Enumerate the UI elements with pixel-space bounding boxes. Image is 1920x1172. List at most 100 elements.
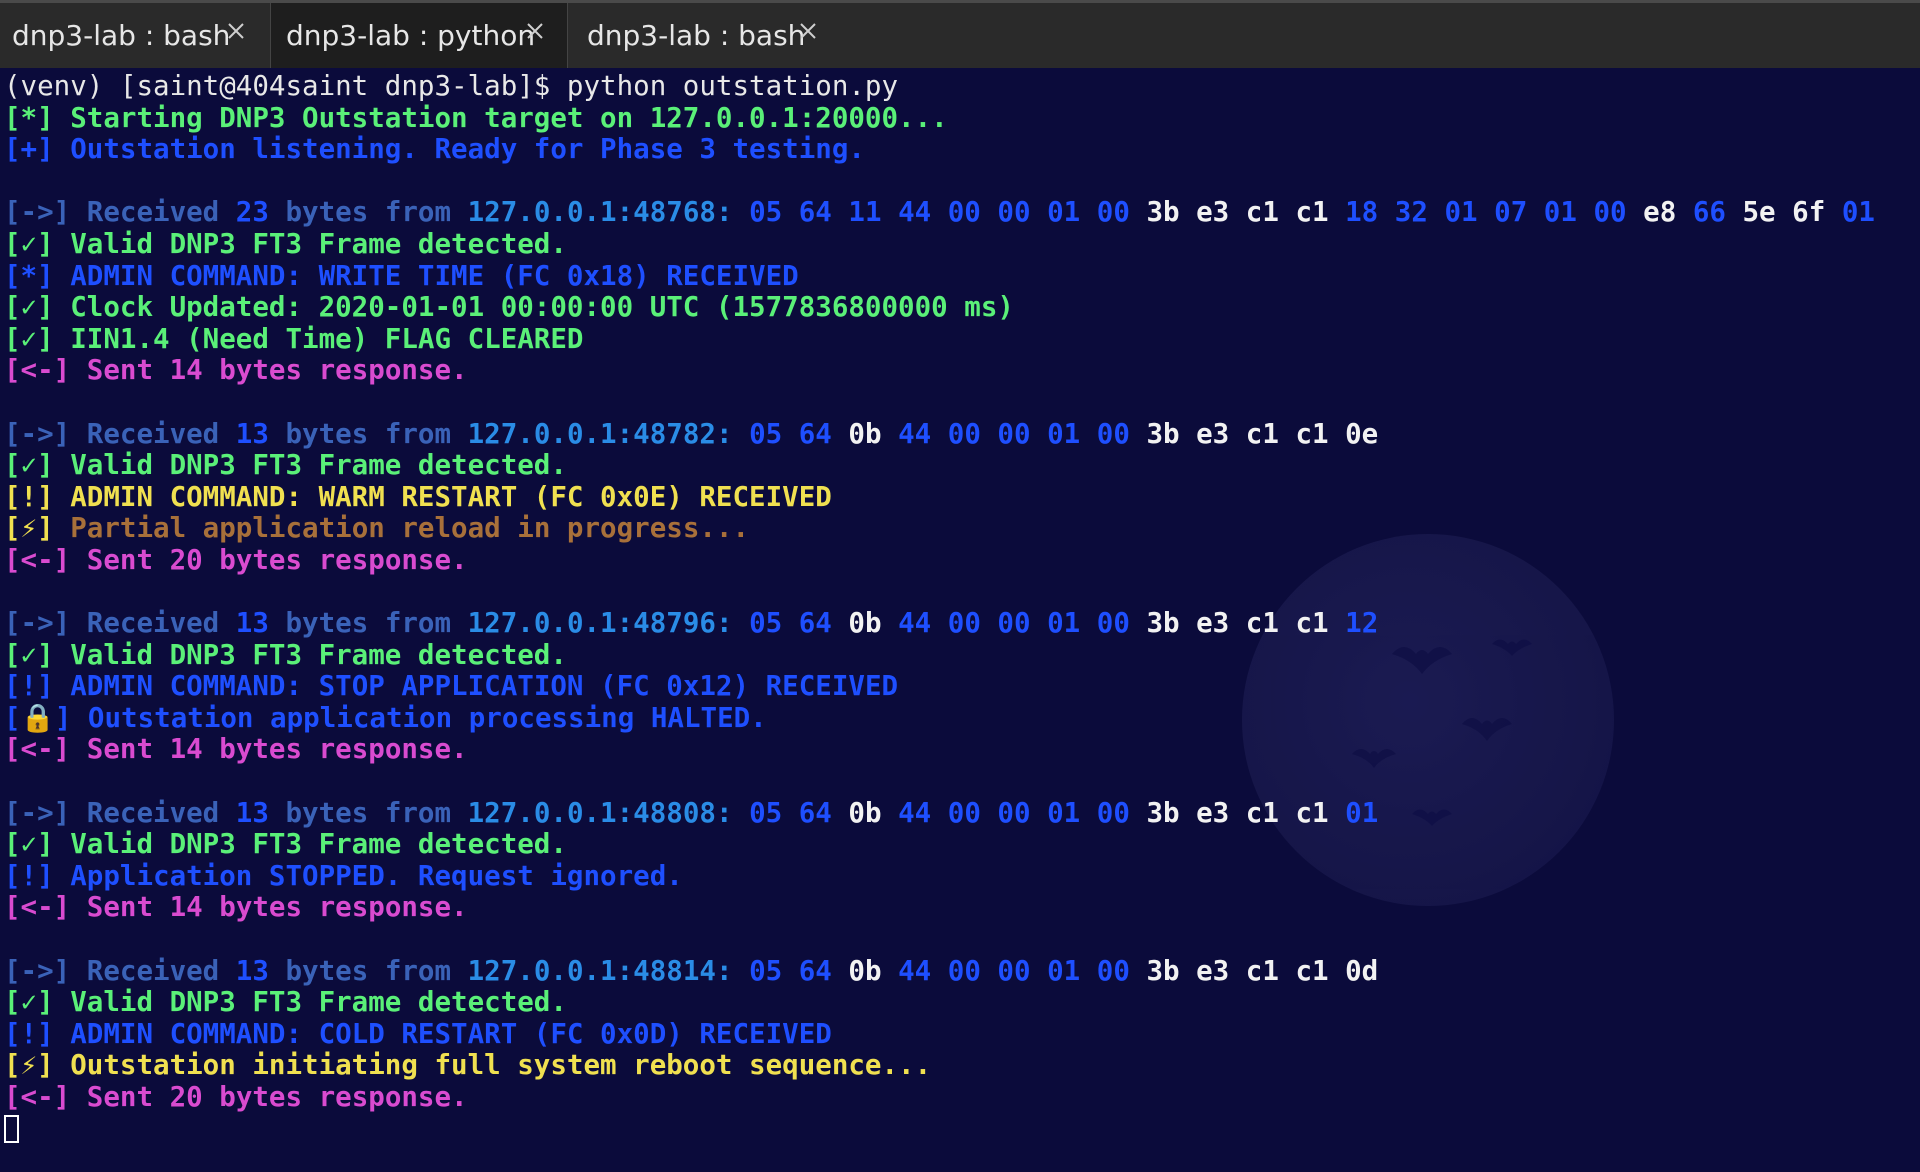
terminal-text: 01 [1345,797,1379,829]
close-icon[interactable] [798,21,818,41]
close-icon[interactable] [525,21,545,41]
terminal-text: e8 [1643,197,1693,229]
terminal-text: 3b e3 c1 c1 [1146,608,1346,640]
prompt-line [4,1114,1916,1146]
tab-bash-2[interactable]: dnp3-lab : bash [572,3,840,68]
terminal-text: [<-] Sent [4,1082,170,1113]
terminal-text: [+] Outstation listening. Ready for Phas… [4,134,865,166]
terminal-text: 05 64 [732,955,849,987]
terminal-text: Partial application reload in progress..… [70,513,750,545]
terminal-line: [✓] Valid DNP3 FT3 Frame detected. [4,829,1916,861]
terminal-text: 05 64 [732,608,849,640]
terminal-text: 127.0.0.1:48808: [467,797,733,829]
terminal-text: 127.0.0.1:48782: [467,418,733,450]
terminal-line: (venv) [saint@404saint dnp3-lab]$ python… [4,71,1916,103]
terminal-text: [->] Received [4,197,236,229]
tab-bash-1[interactable]: dnp3-lab : bash [0,3,268,68]
terminal-line: [!] Application STOPPED. Request ignored… [4,861,1916,893]
tab-title: dnp3-lab : python [286,19,536,52]
terminal-text: bytes response. [202,734,468,766]
terminal-text: bytes response. [202,892,468,924]
terminal-text: [<-] Sent [4,544,170,576]
terminal-text: bytes from [268,418,468,450]
terminal-text: 0b [848,797,899,829]
terminal-text: ADMIN COMMAND: STOP APPLICATION (FC 0x12… [70,671,899,703]
terminal-text: 44 00 00 01 00 [898,797,1147,829]
terminal-line: [*] ADMIN COMMAND: WRITE TIME (FC 0x18) … [4,261,1916,293]
terminal-text: 01 [1841,197,1875,229]
terminal-line: [->] Received 13 bytes from 127.0.0.1:48… [4,798,1916,830]
terminal-line: [<-] Sent 14 bytes response. [4,734,1916,766]
terminal-text: 44 00 00 01 00 [898,955,1147,987]
terminal-text: 127.0.0.1:48796: [467,608,733,640]
terminal-text: (venv) [saint@404saint dnp3-lab]$ python… [4,71,899,102]
terminal-text: 🔒 [20,702,55,734]
terminal-text: 0b [848,418,899,450]
terminal-text: 20 [169,544,203,576]
terminal-text: [⚡] [4,513,71,545]
tab-python[interactable]: dnp3-lab : python [270,3,568,68]
terminal-text: [✓] Valid DNP3 FT3 Frame detected. [4,829,567,861]
terminal-text: 3b e3 c1 c1 0d [1146,955,1379,987]
terminal-text: 5e 6f [1742,197,1842,229]
terminal-text: [->] Received [4,797,236,829]
terminal-text: 3b e3 c1 c1 [1146,197,1346,229]
tab-title: dnp3-lab : bash [12,19,231,52]
close-icon[interactable] [226,21,246,41]
terminal-text: [<-] Sent [4,892,170,924]
terminal-text: [⚡] Outstation initiating full system re… [4,1050,932,1082]
terminal-line: [🔒] Outstation application processing HA… [4,703,1916,735]
terminal-output[interactable]: (venv) [saint@404saint dnp3-lab]$ python… [0,68,1920,1172]
terminal-text: 14 [169,892,203,924]
terminal-cursor [4,1114,19,1143]
terminal-line: [->] Received 13 bytes from 127.0.0.1:48… [4,956,1916,988]
terminal-text: [<-] Sent [4,355,170,387]
terminal-text: 127.0.0.1:48814: [467,955,733,987]
terminal-line: [!] ADMIN COMMAND: WARM RESTART (FC 0x0E… [4,482,1916,514]
terminal-line: [✓] Valid DNP3 FT3 Frame detected. [4,640,1916,672]
terminal-text: [->] Received [4,608,236,640]
terminal-line: [->] Received 13 bytes from 127.0.0.1:48… [4,608,1916,640]
terminal-text: 66 [1692,197,1743,229]
terminal-line: [✓] Valid DNP3 FT3 Frame detected. [4,987,1916,1019]
terminal-text: [!] [4,671,71,703]
terminal-text: [*] Starting DNP3 Outstation target on 1… [4,102,948,134]
terminal-text: ] Outstation application processing HALT… [54,702,767,734]
terminal-line: [✓] Valid DNP3 FT3 Frame detected. [4,229,1916,261]
terminal-text: 13 [235,418,269,450]
terminal-text: bytes from [268,197,468,229]
terminal-text: 05 64 11 44 00 00 01 00 [732,197,1147,229]
terminal-text: 3b e3 c1 c1 0e [1146,418,1379,450]
terminal-text: 05 64 [732,797,849,829]
terminal-text: 05 64 [732,418,849,450]
terminal-text: 0b [848,608,899,640]
tab-bar: dnp3-lab : bash dnp3-lab : python dnp3-l… [0,0,1920,68]
terminal-text: [✓] Valid DNP3 FT3 Frame detected. [4,228,567,260]
terminal-text: 44 00 00 01 00 [898,608,1147,640]
terminal-text: 44 00 00 01 00 [898,418,1147,450]
tab-title: dnp3-lab : bash [587,19,806,52]
terminal-text: [✓] IIN1.4 (Need Time) FLAG CLEARED [4,323,584,355]
terminal-text: 12 [1345,608,1379,640]
terminal-text: [!] Application STOPPED. Request ignored… [4,860,683,892]
terminal-text: [->] Received [4,418,236,450]
terminal-line: [->] Received 23 bytes from 127.0.0.1:48… [4,197,1916,229]
terminal-text: 13 [235,955,269,987]
terminal-line: [!] ADMIN COMMAND: STOP APPLICATION (FC … [4,671,1916,703]
terminal-window: dnp3-lab : bash dnp3-lab : python dnp3-l… [0,0,1920,1172]
terminal-line: [⚡] Outstation initiating full system re… [4,1050,1916,1082]
terminal-text: [✓] Valid DNP3 FT3 Frame detected. [4,639,567,671]
terminal-line: [+] Outstation listening. Ready for Phas… [4,134,1916,166]
terminal-line: [->] Received 13 bytes from 127.0.0.1:48… [4,419,1916,451]
terminal-text: bytes response. [202,355,468,387]
terminal-text: 127.0.0.1:48768: [467,197,733,229]
terminal-line: [✓] Clock Updated: 2020-01-01 00:00:00 U… [4,292,1916,324]
terminal-text: 13 [235,797,269,829]
terminal-text: 14 [169,355,203,387]
terminal-text: 0b [848,955,899,987]
terminal-text: [!] ADMIN COMMAND: WARM RESTART (FC 0x0E… [4,481,832,513]
terminal-text: bytes from [268,608,468,640]
terminal-line: [<-] Sent 14 bytes response. [4,892,1916,924]
